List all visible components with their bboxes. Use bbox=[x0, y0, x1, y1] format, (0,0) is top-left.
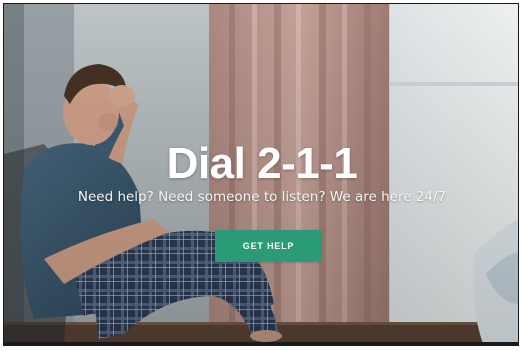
hero-content: Dial 2-1-1 Need help? Need someone to li… bbox=[4, 4, 518, 345]
hero-section: Dial 2-1-1 Need help? Need someone to li… bbox=[3, 3, 519, 346]
get-help-button[interactable]: GET HELP bbox=[215, 230, 322, 262]
hero-subtitle: Need help? Need someone to listen? We ar… bbox=[77, 189, 447, 205]
hero-title: Dial 2-1-1 bbox=[166, 139, 358, 188]
